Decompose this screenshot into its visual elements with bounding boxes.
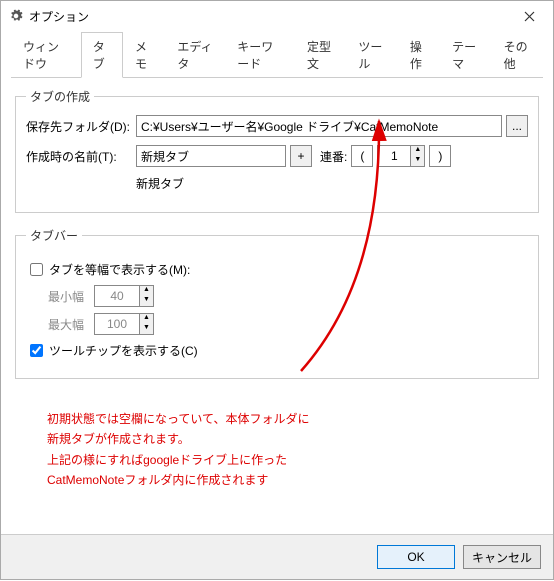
max-width-spinner[interactable]: ▲▼ (94, 313, 154, 335)
equal-width-checkbox[interactable] (30, 263, 43, 276)
serial-label: 連番: (320, 148, 347, 165)
dialog-buttons: OK キャンセル (1, 534, 553, 579)
tab-tab[interactable]: タブ (81, 32, 123, 78)
serial-close-input[interactable] (429, 145, 451, 167)
tab-other[interactable]: その他 (492, 32, 543, 78)
window-title: オプション (29, 8, 509, 25)
annotation-line: 新規タブが作成されます。 (47, 429, 507, 449)
spinner-down-icon[interactable]: ▼ (139, 324, 153, 334)
annotation-line: 上記の様にすればgoogleドライブ上に作った (47, 450, 507, 470)
tab-memo[interactable]: メモ (123, 32, 165, 78)
tab-theme[interactable]: テーマ (440, 32, 491, 78)
gear-icon (9, 9, 23, 23)
create-name-label: 作成時の名前(T): (26, 148, 136, 165)
max-width-input[interactable] (95, 314, 139, 334)
spinner-up-icon[interactable]: ▲ (139, 286, 153, 296)
title-bar: オプション (1, 1, 553, 31)
min-width-input[interactable] (95, 286, 139, 306)
min-width-spinner[interactable]: ▲▼ (94, 285, 154, 307)
group-tab-create: タブの作成 保存先フォルダ(D): ... 作成時の名前(T): + 連番: ▲… (15, 88, 539, 213)
annotation-line: CatMemoNoteフォルダ内に作成されます (47, 470, 507, 490)
save-folder-input[interactable] (136, 115, 502, 137)
tab-template[interactable]: 定型文 (295, 32, 346, 78)
tab-keyword[interactable]: キーワード (225, 32, 295, 78)
tab-panel: タブの作成 保存先フォルダ(D): ... 作成時の名前(T): + 連番: ▲… (1, 78, 553, 501)
save-folder-label: 保存先フォルダ(D): (26, 118, 136, 135)
serial-number-spinner[interactable]: ▲▼ (377, 145, 425, 167)
tab-tools[interactable]: ツール (346, 32, 397, 78)
tab-window[interactable]: ウィンドウ (11, 32, 81, 78)
create-name-input[interactable] (136, 145, 286, 167)
equal-width-label: タブを等幅で表示する(M): (49, 261, 190, 278)
serial-number-input[interactable] (378, 146, 410, 166)
browse-button[interactable]: ... (506, 115, 528, 137)
ok-button[interactable]: OK (377, 545, 455, 569)
tab-strip: ウィンドウ タブ メモ エディタ キーワード 定型文 ツール 操作 テーマ その… (11, 31, 543, 78)
spinner-down-icon[interactable]: ▼ (410, 156, 424, 166)
name-example: 新規タブ (136, 175, 184, 192)
serial-open-input[interactable] (351, 145, 373, 167)
group-tab-create-legend: タブの作成 (26, 88, 94, 105)
close-button[interactable] (509, 2, 549, 30)
group-tabbar-legend: タブバー (26, 227, 82, 244)
min-width-label: 最小幅 (48, 288, 94, 305)
annotation-line: 初期状態では空欄になっていて、本体フォルダに (47, 409, 507, 429)
add-name-button[interactable]: + (290, 145, 312, 167)
group-tabbar: タブバー タブを等幅で表示する(M): 最小幅 ▲▼ 最大幅 ▲▼ ツールチップ… (15, 227, 539, 379)
close-icon (524, 11, 535, 22)
annotation-text: 初期状態では空欄になっていて、本体フォルダに 新規タブが作成されます。 上記の様… (15, 409, 539, 491)
tooltip-checkbox[interactable] (30, 344, 43, 357)
max-width-label: 最大幅 (48, 316, 94, 333)
spinner-up-icon[interactable]: ▲ (410, 146, 424, 156)
tab-operation[interactable]: 操作 (398, 32, 440, 78)
tooltip-label: ツールチップを表示する(C) (49, 342, 198, 359)
cancel-button[interactable]: キャンセル (463, 545, 541, 569)
spinner-down-icon[interactable]: ▼ (139, 296, 153, 306)
spinner-up-icon[interactable]: ▲ (139, 314, 153, 324)
tab-editor[interactable]: エディタ (165, 32, 225, 78)
